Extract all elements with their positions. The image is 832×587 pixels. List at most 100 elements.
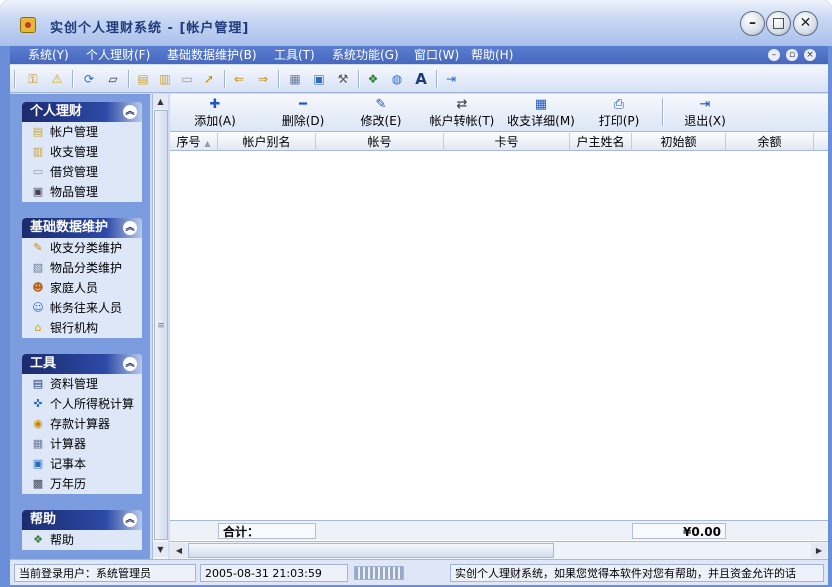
menu-personal-finance[interactable]: 个人理财(F) (86, 47, 150, 63)
toolbar-separator (662, 98, 664, 126)
computer-icon: ▣ (32, 185, 44, 198)
sidebar-group-help: 帮助 ︽ ❖ 帮助 (22, 510, 142, 550)
sidebar-item-income-expense[interactable]: ▥ 收支管理 (22, 142, 142, 162)
column-header-index[interactable]: 序号 ▲ (170, 133, 218, 151)
font-icon[interactable]: A (412, 70, 430, 88)
sidebar-group-header[interactable]: 个人理财 ︽ (22, 102, 142, 122)
sidebar-group-personal-finance: 个人理财 ︽ ▤ 帐户管理 ▥ 收支管理 ▭ 借贷管理 ▣ 物品管理 (22, 102, 142, 202)
add-button[interactable]: ✚ 添加(A) (192, 96, 238, 130)
edit-icon: ✎ (33, 241, 43, 254)
menu-tools[interactable]: 工具(T) (274, 47, 315, 63)
title-bar[interactable]: 实创个人理财系统 - [帐户管理] – □ ✕ (0, 0, 832, 46)
close-button[interactable]: ✕ (793, 11, 818, 36)
transfer-left-icon[interactable]: ⇐ (230, 70, 248, 88)
people-icon: ☺ (32, 301, 44, 314)
grid-horizontal-scrollbar[interactable]: ◀ ▶ (170, 541, 828, 559)
sidebar-item-income-category[interactable]: ✎ 收支分类维护 (22, 238, 142, 258)
column-header-holder[interactable]: 户主姓名 (570, 133, 632, 151)
folder-icon[interactable]: ▤ (134, 70, 152, 88)
total-label: 合计： (218, 523, 316, 539)
transfer-icon: ⇄ (456, 97, 468, 112)
print-button[interactable]: ⎙ 打印(P) (596, 96, 642, 130)
sidebar-item-account-management[interactable]: ▤ 帐户管理 (22, 122, 142, 142)
transfer-button[interactable]: ⇄ 帐户转帐(T) (428, 96, 496, 130)
toolbar-separator (436, 70, 438, 88)
notes-icon[interactable]: ▭ (178, 70, 196, 88)
column-header-alias[interactable]: 帐户别名 (218, 133, 316, 151)
toolbar-grip (14, 70, 16, 88)
collapse-icon[interactable]: ︽ (123, 513, 137, 527)
sidebar-item-family-members[interactable]: ☻ 家庭人员 (22, 278, 142, 298)
column-header-balance[interactable]: 余额 (726, 133, 814, 151)
menu-basic-data[interactable]: 基础数据维护(B) (167, 47, 257, 63)
sidebar: 个人理财 ︽ ▤ 帐户管理 ▥ 收支管理 ▭ 借贷管理 ▣ 物品管理 基础数据维护 ︽ … (10, 94, 150, 559)
refresh-icon[interactable]: ⟳ (80, 70, 98, 88)
calculator-icon: ▦ (32, 437, 44, 450)
transfer-right-icon[interactable]: ⇒ (254, 70, 272, 88)
export-icon[interactable]: ➚ (200, 70, 218, 88)
sidebar-item-goods[interactable]: ▣ 物品管理 (22, 182, 142, 202)
sort-asc-icon: ▲ (204, 139, 211, 148)
document-icon: ▤ (32, 377, 44, 390)
sidebar-group-header[interactable]: 基础数据维护 ︽ (22, 218, 142, 238)
printer-icon: ⎙ (613, 97, 625, 112)
collapse-icon[interactable]: ︽ (123, 221, 137, 235)
sidebar-item-document-management[interactable]: ▤ 资料管理 (22, 374, 142, 394)
details-button[interactable]: ▦ 收支详细(M) (506, 96, 576, 130)
calculator-icon[interactable]: ▦ (286, 70, 304, 88)
sidebar-group-header[interactable]: 帮助 ︽ (22, 510, 142, 530)
sidebar-item-notepad[interactable]: ▣ 记事本 (22, 454, 142, 474)
menu-help[interactable]: 帮助(H) (471, 47, 513, 63)
scrollbar-thumb[interactable]: ≡ (154, 110, 168, 540)
sidebar-item-loans[interactable]: ▭ 借贷管理 (22, 162, 142, 182)
exit-icon: ⇥ (699, 97, 711, 112)
exit-icon[interactable]: ⇥ (442, 70, 460, 88)
sidebar-item-help[interactable]: ❖ 帮助 (22, 530, 142, 550)
table-icon: ▦ (534, 97, 548, 112)
sidebar-item-calculator[interactable]: ▦ 计算器 (22, 434, 142, 454)
eraser-icon[interactable]: ▱ (104, 70, 122, 88)
sidebar-item-goods-category[interactable]: ▧ 物品分类维护 (22, 258, 142, 278)
account-grid[interactable] (170, 152, 828, 520)
warning-icon[interactable]: ⚠ (48, 70, 66, 88)
column-header-card-no[interactable]: 卡号 (444, 133, 570, 151)
scroll-up-icon[interactable]: ▲ (153, 94, 168, 109)
sidebar-item-banks[interactable]: ⌂ 银行机构 (22, 318, 142, 338)
edit-button[interactable]: ✎ 修改(E) (358, 96, 404, 130)
sidebar-item-contacts[interactable]: ☺ 帐务往来人员 (22, 298, 142, 318)
mdi-minimize-icon[interactable]: – (768, 49, 780, 61)
menu-window[interactable]: 窗口(W) (414, 47, 459, 63)
collapse-icon[interactable]: ︽ (123, 357, 137, 371)
sidebar-group-header[interactable]: 工具 ︽ (22, 354, 142, 374)
maximize-button[interactable]: □ (766, 11, 791, 36)
sidebar-scrollbar[interactable]: ▲ ≡ ▼ (152, 94, 168, 559)
key-icon[interactable]: ⚿ (24, 70, 42, 88)
scrollbar-thumb[interactable] (188, 543, 554, 558)
exit-button[interactable]: ⇥ 退出(X) (682, 96, 728, 130)
clipboard-icon[interactable]: ▥ (156, 70, 174, 88)
sidebar-item-deposit-calculator[interactable]: ◉ 存款计算器 (22, 414, 142, 434)
menu-system-functions[interactable]: 系统功能(G) (332, 47, 399, 63)
delete-button[interactable]: ━ 删除(D) (280, 96, 326, 130)
scroll-right-icon[interactable]: ▶ (811, 543, 827, 558)
notes-icon: ▭ (32, 165, 44, 178)
minimize-button[interactable]: – (740, 11, 765, 36)
mdi-close-icon[interactable]: × (804, 49, 816, 61)
column-header-initial[interactable]: 初始额 (632, 133, 726, 151)
sidebar-item-calendar[interactable]: ▩ 万年历 (22, 474, 142, 494)
scroll-down-icon[interactable]: ▼ (153, 542, 168, 557)
mdi-restore-icon[interactable]: ▫ (786, 49, 798, 61)
toolbar-separator (128, 70, 130, 88)
minus-icon: ━ (299, 97, 307, 112)
globe-icon[interactable]: ◍ (388, 70, 406, 88)
menu-system[interactable]: 系统(Y) (28, 47, 69, 63)
column-header-account-no[interactable]: 帐号 (316, 133, 444, 151)
sidebar-item-income-tax[interactable]: ✜ 个人所得税计算 (22, 394, 142, 414)
toolbar-separator (278, 70, 280, 88)
scroll-left-icon[interactable]: ◀ (171, 543, 187, 558)
collapse-icon[interactable]: ︽ (123, 105, 137, 119)
client-area: 系统(Y) 个人理财(F) 基础数据维护(B) 工具(T) 系统功能(G) 窗口… (10, 46, 828, 585)
notebook-icon[interactable]: ▣ (310, 70, 328, 88)
book-icon[interactable]: ❖ (364, 70, 382, 88)
hammer-icon[interactable]: ⚒ (334, 70, 352, 88)
